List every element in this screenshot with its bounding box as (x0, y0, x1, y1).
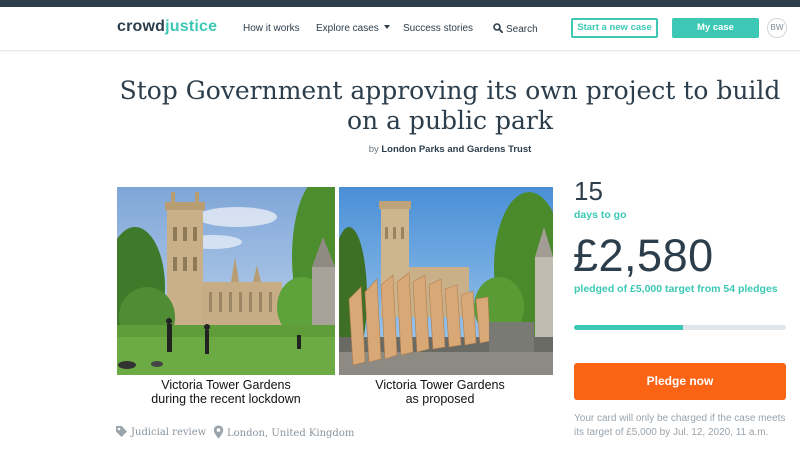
user-avatar[interactable]: BW (767, 18, 787, 38)
organiser-link[interactable]: London Parks and Gardens Trust (381, 144, 531, 155)
map-pin-icon (213, 425, 224, 439)
nav-success-stories[interactable]: Success stories (403, 23, 473, 34)
caption-right-line1: Victoria Tower Gardens (375, 378, 505, 392)
caption-right-line2: as proposed (405, 392, 475, 406)
logo-part-crowd: crowd (117, 18, 166, 35)
nav-explore-cases[interactable]: Explore cases (316, 23, 390, 34)
case-image: Victoria Tower Gardens during the recent… (117, 187, 553, 410)
case-byline: by London Parks and Gardens Trust (110, 144, 790, 155)
case-location: London, United Kingdom (213, 425, 354, 439)
amount-raised: £2,580 (573, 230, 714, 281)
photo-gardens-lockdown (117, 187, 335, 375)
days-remaining: 15 (574, 176, 603, 206)
category-label: Judicial review (131, 427, 207, 438)
photo-gardens-proposed (339, 187, 553, 375)
nav-search[interactable]: Search (493, 23, 538, 35)
case-title: Stop Government approving its own projec… (119, 76, 781, 135)
site-header: crowdjustice How it works Explore cases … (0, 7, 800, 51)
funding-progress-bar (574, 325, 786, 330)
caption-left-line1: Victoria Tower Gardens (161, 378, 291, 392)
days-label: days to go (574, 209, 627, 221)
nav-search-label: Search (506, 24, 538, 35)
caption-lockdown: Victoria Tower Gardens during the recent… (117, 378, 335, 406)
logo-part-justice: justice (165, 18, 218, 35)
caption-proposed: Victoria Tower Gardens as proposed (331, 378, 549, 406)
my-case-button[interactable]: My case (672, 18, 759, 38)
search-icon (493, 23, 504, 34)
caption-left-line2: during the recent lockdown (151, 392, 301, 406)
funding-progress-fill (574, 325, 684, 330)
nav-how-it-works[interactable]: How it works (243, 23, 300, 34)
byline-prefix: by (368, 144, 379, 155)
pledged-summary: pledged of £5,000 target from 54 pledges (574, 283, 778, 295)
crowdjustice-logo[interactable]: crowdjustice (117, 18, 217, 36)
case-category[interactable]: Judicial review (115, 425, 206, 438)
nav-explore-label: Explore cases (316, 23, 379, 34)
charge-note: Your card will only be charged if the ca… (574, 413, 786, 438)
pledge-now-button[interactable]: Pledge now (574, 363, 786, 400)
chevron-down-icon (383, 25, 390, 29)
start-new-case-button[interactable]: Start a new case (571, 18, 658, 38)
tag-icon (116, 426, 127, 437)
top-strip (0, 0, 800, 7)
location-label: London, United Kingdom (227, 428, 355, 439)
